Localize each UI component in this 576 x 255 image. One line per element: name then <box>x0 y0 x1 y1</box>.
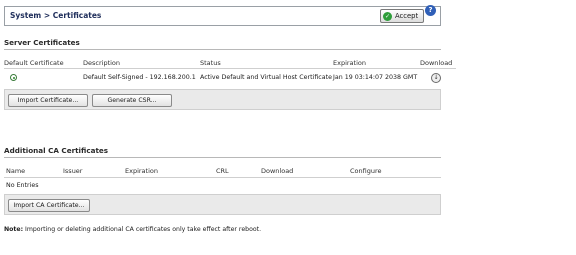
help-icon[interactable]: ? <box>425 5 436 16</box>
page-header: System > Certificates ✓ Accept <box>4 6 441 26</box>
server-certificates-button-bar: Import Certificate... Generate CSR... <box>4 89 441 110</box>
col-description: Description <box>83 59 121 67</box>
col-name: Name <box>6 167 26 175</box>
header-divider <box>4 68 456 69</box>
reboot-note: Note: Importing or deleting additional C… <box>4 226 261 233</box>
col-download: Download <box>261 167 294 175</box>
col-issuer: Issuer <box>63 167 83 175</box>
col-download: Download <box>420 59 453 67</box>
additional-ca-heading: Additional CA Certificates <box>4 146 441 158</box>
note-label: Note: <box>4 226 24 233</box>
check-icon: ✓ <box>383 11 392 21</box>
col-expiration: Expiration <box>125 167 158 175</box>
certificate-description: Default Self-Signed - 192.168.200.1 <box>83 74 196 81</box>
col-configure: Configure <box>350 167 382 175</box>
accept-button[interactable]: ✓ Accept <box>380 9 424 23</box>
accept-label: Accept <box>395 12 419 20</box>
import-ca-certificate-button[interactable]: Import CA Certificate... <box>8 199 90 212</box>
additional-ca-button-bar: Import CA Certificate... <box>4 194 441 215</box>
server-certificates-heading: Server Certificates <box>4 38 441 50</box>
col-default-certificate: Default Certificate <box>4 59 64 67</box>
default-certificate-radio[interactable] <box>10 74 17 81</box>
download-icon[interactable]: ↓ <box>431 73 441 83</box>
col-expiration: Expiration <box>333 59 366 67</box>
certificate-status: Active Default and Virtual Host Certific… <box>200 74 332 81</box>
col-status: Status <box>200 59 221 67</box>
header-divider <box>4 177 441 178</box>
generate-csr-button[interactable]: Generate CSR... <box>92 94 172 107</box>
page-title: System > Certificates <box>10 11 102 20</box>
note-text: Importing or deleting additional CA cert… <box>23 226 262 233</box>
col-crl: CRL <box>216 167 229 175</box>
certificate-expiration: Jan 19 03:14:07 2038 GMT <box>333 74 418 81</box>
import-certificate-button[interactable]: Import Certificate... <box>8 94 88 107</box>
empty-state-text: No Entries <box>6 182 39 189</box>
